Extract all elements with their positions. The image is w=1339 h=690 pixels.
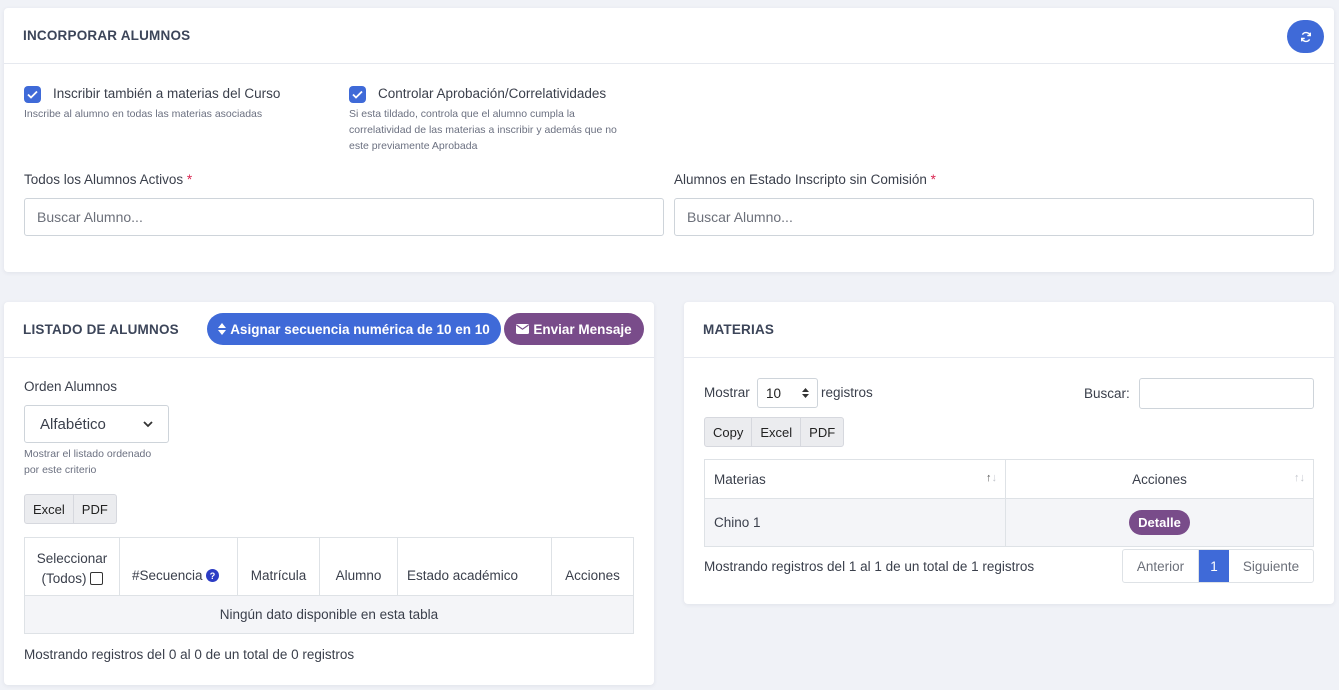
alumnos-inscriptos-label: Alumnos en Estado Inscripto sin Comisión… (674, 172, 936, 187)
copy-button[interactable]: Copy (705, 418, 753, 446)
header-wrap: Materias ↑↓ (714, 472, 1005, 487)
sort-arrows-icon: ↑↓ (986, 471, 997, 484)
pdf-button[interactable]: PDF (801, 418, 843, 446)
required-mark: * (930, 172, 936, 187)
column-acciones[interactable]: Acciones ↑↓ (1005, 459, 1314, 499)
column-estado: Estado académico (397, 537, 552, 596)
pagination-next[interactable]: Siguiente (1229, 550, 1313, 582)
export-buttons: Copy Excel PDF (704, 417, 845, 447)
help-line: por este criterio (24, 464, 97, 476)
sort-icon (802, 388, 809, 398)
controlar-aprobacion-label: Controlar Aprobación/Correlatividades (378, 86, 607, 101)
check-icon (27, 90, 38, 99)
help-line: correlatividad de las materias a inscrib… (349, 124, 617, 136)
empty-row: Ningún dato disponible en esta tabla (24, 595, 634, 634)
empty-message: Ningún dato disponible en esta tabla (24, 595, 634, 634)
search-placeholder: Buscar Alumno... (37, 209, 143, 225)
required-mark: * (186, 172, 193, 187)
header-text: Estado académico (407, 568, 519, 583)
sort-arrows-icon: ↑↓ (1294, 472, 1305, 484)
search-input[interactable] (1139, 378, 1314, 409)
header-text: Alumno (335, 568, 382, 583)
column-matricula: Matrícula (237, 537, 320, 596)
export-buttons: Excel PDF (24, 494, 117, 524)
inscribir-materias-checkbox[interactable] (24, 86, 41, 103)
alumnos-activos-label: Todos los Alumnos Activos * (24, 172, 192, 187)
header-text: Acciones (1132, 471, 1187, 487)
search-label: Buscar: (1084, 386, 1130, 401)
help-line: este previamente Aprobada (349, 140, 478, 152)
controlar-aprobacion-help: Si esta tildado, controla que el alumno … (349, 106, 617, 154)
search-placeholder: Buscar Alumno... (687, 209, 793, 225)
card-header: LISTADO DE ALUMNOS Asignar secuencia num… (4, 302, 654, 358)
header-text: #Secuencia (132, 568, 203, 583)
card-title: INCORPORAR ALUMNOS (23, 28, 191, 43)
cell-materia: Chino 1 (704, 498, 1006, 547)
show-label: Mostrar (704, 385, 750, 400)
help-line: Mostrar el listado ordenado (24, 448, 152, 460)
table-row: Chino 1 Detalle (704, 498, 1314, 547)
select-all-wrap: (Todos) (25, 569, 119, 589)
card-header: INCORPORAR ALUMNOS (4, 8, 1334, 64)
materias-card: MATERIAS Mostrar 10 registros Buscar: Co… (684, 302, 1334, 604)
card-header: MATERIAS (684, 302, 1334, 358)
excel-button[interactable]: Excel (25, 495, 74, 523)
help-line: Si esta tildado, controla que el alumno … (349, 108, 575, 120)
orden-alumnos-select[interactable]: Alfabético (24, 405, 169, 443)
chevron-down-icon (143, 420, 153, 427)
header-text: (Todos) (41, 570, 87, 586)
header-text: Acciones (565, 568, 620, 583)
detalle-button[interactable]: Detalle (1129, 510, 1190, 535)
incorporar-alumnos-card: INCORPORAR ALUMNOS Inscribir también a m… (4, 8, 1334, 272)
send-message-button[interactable]: Enviar Mensaje (504, 313, 644, 345)
send-message-label: Enviar Mensaje (533, 321, 632, 337)
records-label: registros (821, 385, 873, 400)
alumnos-inscriptos-search-input[interactable]: Buscar Alumno... (674, 198, 1314, 236)
card-title: LISTADO DE ALUMNOS (23, 322, 179, 337)
excel-button[interactable]: Excel (752, 418, 802, 446)
materias-table: Materias ↑↓ Acciones ↑↓ Chino 1 Detalle (704, 459, 1314, 547)
selected-option: 10 (766, 385, 782, 401)
selected-option: Alfabético (40, 415, 106, 433)
table-header-row: Materias ↑↓ Acciones ↑↓ (704, 459, 1314, 499)
select-all-checkbox[interactable] (89, 572, 103, 585)
card-title: MATERIAS (703, 322, 775, 337)
alumnos-table: Seleccionar (Todos) #Secuencia ? Matrícu… (24, 537, 634, 634)
envelope-icon (516, 324, 530, 334)
alumnos-activos-search-input[interactable]: Buscar Alumno... (24, 198, 664, 236)
assign-sequence-label: Asignar secuencia numérica de 10 en 10 (230, 321, 490, 337)
column-seleccionar: Seleccionar (Todos) (24, 537, 120, 596)
table-info: Mostrando registros del 0 al 0 de un tot… (24, 647, 355, 662)
header-text: Seleccionar (36, 550, 108, 566)
page-length-select[interactable]: 10 (757, 378, 818, 408)
controlar-aprobacion-checkbox[interactable] (349, 86, 366, 103)
column-acciones: Acciones (551, 537, 634, 596)
refresh-button[interactable] (1287, 20, 1324, 53)
header-text: Matrícula (250, 568, 307, 583)
check-icon (352, 90, 363, 99)
field-label-text: Todos los Alumnos Activos (24, 172, 184, 187)
listado-alumnos-card: LISTADO DE ALUMNOS Asignar secuencia num… (4, 302, 654, 685)
cell-acciones: Detalle (1005, 498, 1314, 547)
column-alumno: Alumno (319, 537, 398, 596)
orden-alumnos-help: Mostrar el listado ordenado por este cri… (24, 446, 151, 478)
column-secuencia: #Secuencia ? (119, 537, 238, 596)
help-icon[interactable]: ? (206, 569, 220, 582)
table-header-row: Seleccionar (Todos) #Secuencia ? Matrícu… (24, 537, 634, 596)
column-materias[interactable]: Materias ↑↓ (704, 459, 1006, 499)
svg-text:?: ? (210, 571, 216, 581)
refresh-icon (1300, 31, 1311, 42)
orden-alumnos-label: Orden Alumnos (24, 379, 118, 394)
pdf-button[interactable]: PDF (74, 495, 116, 523)
assign-sequence-button[interactable]: Asignar secuencia numérica de 10 en 10 (207, 313, 501, 345)
field-label-text: Alumnos en Estado Inscripto sin Comisión (674, 172, 927, 187)
pagination-page-1[interactable]: 1 (1199, 550, 1229, 582)
pagination-prev[interactable]: Anterior (1123, 550, 1199, 582)
table-info: Mostrando registros del 1 al 1 de un tot… (704, 559, 1035, 574)
sort-icon (218, 323, 227, 335)
header-text: Materias (714, 471, 766, 487)
inscribir-materias-help: Inscribe al alumno en todas las materias… (24, 108, 263, 120)
inscribir-materias-label: Inscribir también a materias del Curso (53, 86, 281, 101)
pagination: Anterior 1 Siguiente (1122, 549, 1314, 583)
